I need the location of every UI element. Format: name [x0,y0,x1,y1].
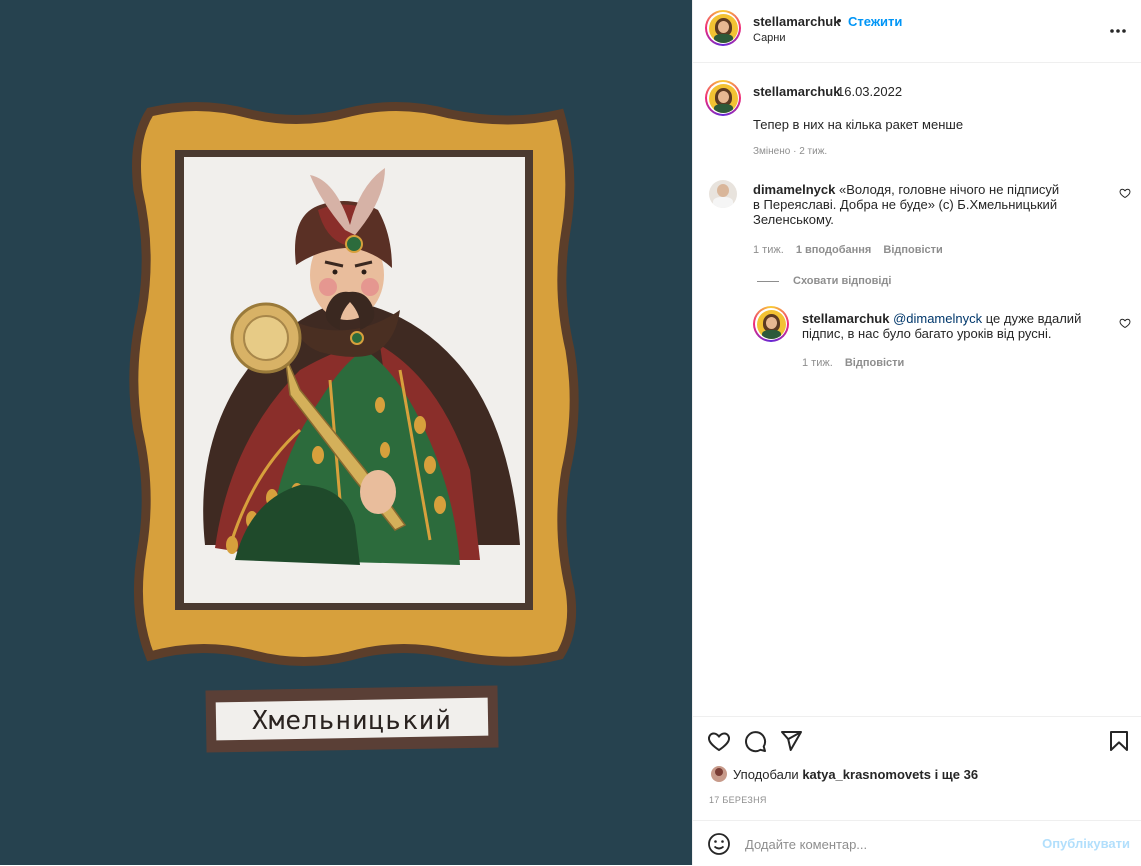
likes-user[interactable]: katya_krasnomovets [802,767,931,782]
share-icon[interactable] [779,729,803,753]
caption-date: 16.03.2022 [837,84,903,99]
reply-mention[interactable]: @dimamelnyck [893,311,982,326]
caption-username[interactable]: stellamarchuk [753,84,840,99]
comment-reply-button[interactable]: Відповісти [883,244,942,256]
comment-input[interactable] [743,833,1037,855]
post-header: stellamarchuk • Стежити Сарни [693,0,1141,63]
follow-button[interactable]: Стежити [848,14,902,29]
comment-like-heart-icon[interactable] [1119,187,1131,199]
liker-avatar[interactable] [711,766,727,782]
comment-likes-count[interactable]: 1 вподобання [796,244,871,256]
post-date[interactable]: 17 БЕРЕЗНЯ [709,795,767,805]
comment-text-block: dimamelnyck «Володя, головне нічого не п… [753,182,1068,227]
author-username[interactable]: stellamarchuk [753,14,840,29]
post-image[interactable]: Хмельницький [0,0,692,865]
comment-meta: 1 тиж. 1 вподобання Відповісти [753,244,952,256]
reply-meta: 1 тиж. Відповісти [802,357,913,369]
reply-reply-button[interactable]: Відповісти [845,357,904,369]
comment-time: 1 тиж. [753,244,784,256]
hand [360,470,396,514]
location-link[interactable]: Сарни [753,32,786,44]
caption-edited: Змінено · 2 тиж. [753,146,828,157]
publish-button[interactable]: Опублікувати [1042,836,1130,851]
reply-text-block: stellamarchuk @dimamelnyck це дуже вдали… [802,311,1087,341]
bookmark-icon[interactable] [1107,729,1131,753]
author-avatar[interactable] [705,10,741,46]
instagram-post-view: Хмельницький stellamarchuk • Стежити Сар… [0,0,1141,865]
reply-avatar[interactable] [753,306,789,342]
more-options-icon[interactable] [1109,22,1127,40]
reply-username[interactable]: stellamarchuk [802,311,889,326]
hide-replies-button[interactable]: Сховати відповіді [793,275,891,287]
likes-prefix: Уподобали [733,767,803,782]
emoji-icon[interactable] [707,832,731,856]
likes-suffix[interactable]: і ще 36 [931,767,979,782]
reply-like-heart-icon[interactable] [1119,317,1131,329]
add-comment-bar: Опублікувати [693,820,1141,866]
like-heart-icon[interactable] [707,729,731,753]
likes-summary: Уподобали katya_krasnomovets і ще 36 [733,767,978,782]
image-caption: Хмельницький [252,706,452,736]
commenter-avatar[interactable] [709,180,737,208]
caption-avatar[interactable] [705,80,741,116]
comment-icon[interactable] [743,729,767,753]
replies-divider [757,281,779,282]
reply-time: 1 тиж. [802,357,833,369]
portrait-illustration: Хмельницький [129,101,579,753]
caption-text: Тепер в них на кілька ракет менше [753,117,964,132]
separator-dot: • [837,13,842,28]
post-side-panel: stellamarchuk • Стежити Сарни stellamarc… [692,0,1141,865]
comment-username[interactable]: dimamelnyck [753,182,835,197]
action-bar [693,716,1141,765]
